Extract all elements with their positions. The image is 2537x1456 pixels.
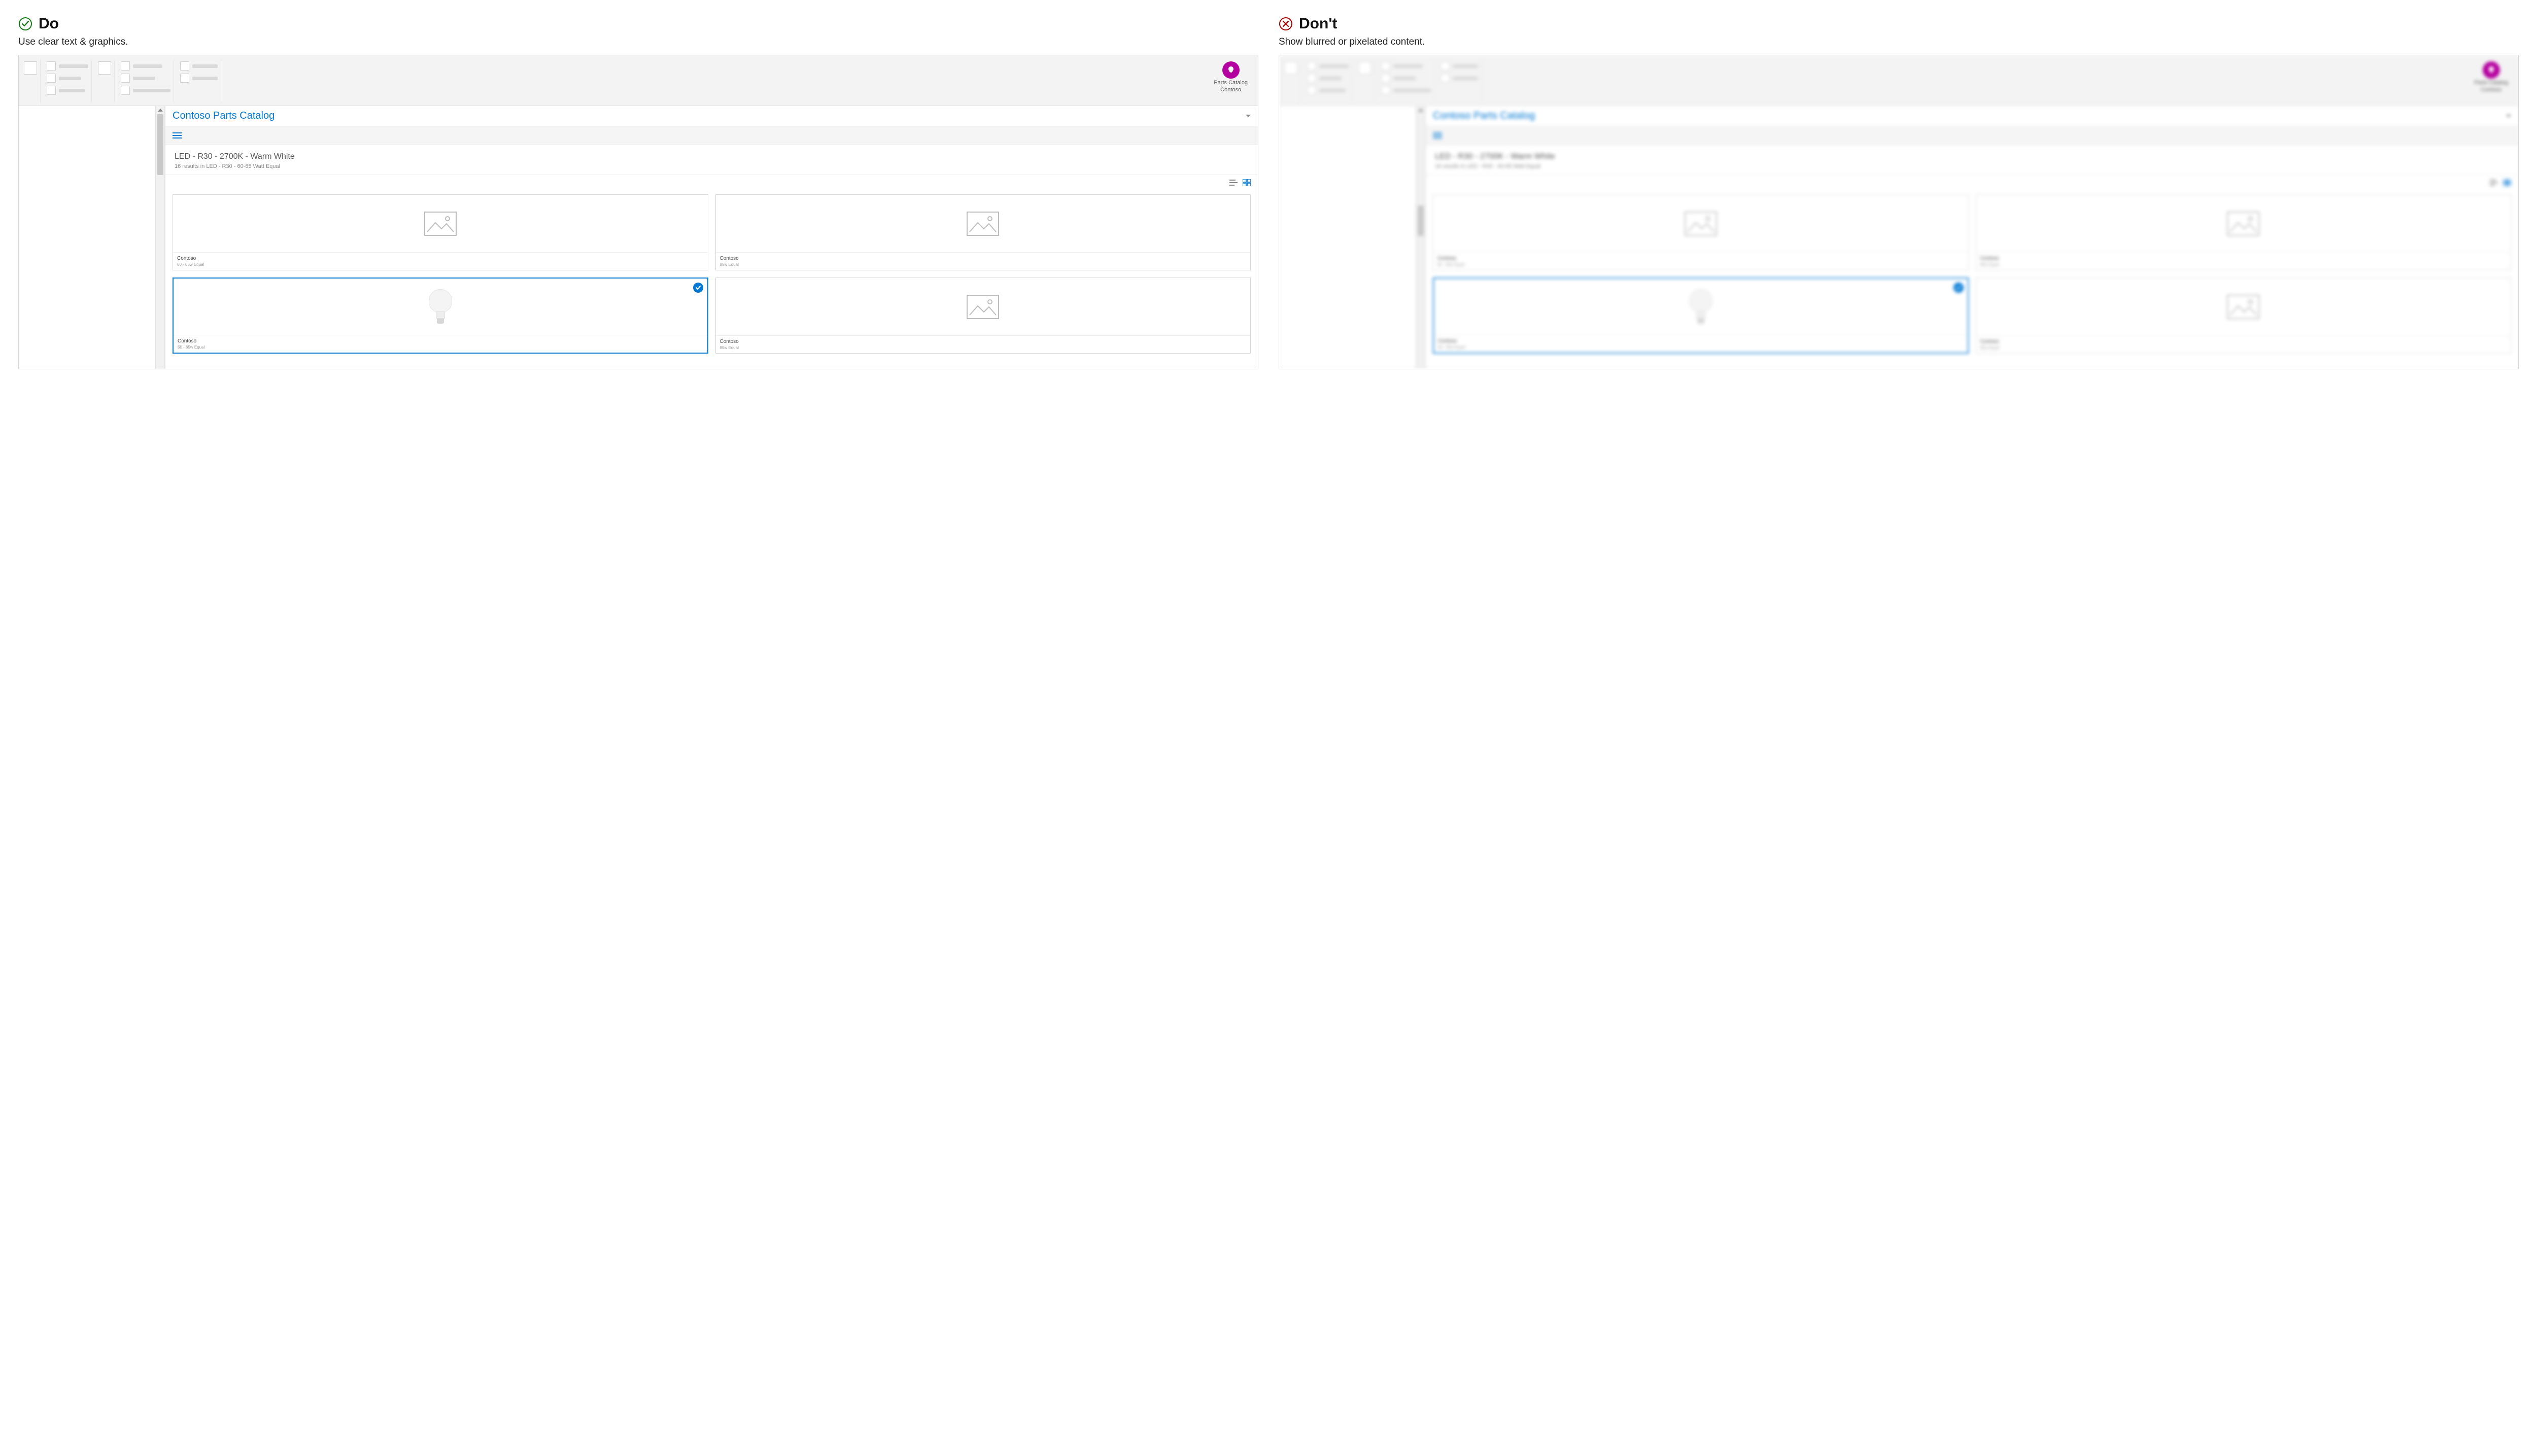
dont-screenshot: Parts CatalogContoso Contoso Parts Catal… [1279,55,2519,369]
scroll-up-icon[interactable] [158,109,163,112]
bulb-image [174,279,707,335]
card-detail: 85w Equal [1980,262,2507,267]
list-view-icon[interactable] [1229,179,1238,186]
do-heading: Do [39,15,59,32]
card-brand: Contoso [1980,339,2507,344]
dont-subtext: Show blurred or pixelated content. [1279,37,2519,48]
ribbon-group [177,59,221,103]
product-card[interactable]: Contoso85w Equal [715,194,1251,270]
taskpane-title-bar: Contoso Parts Catalog [165,106,1258,126]
ribbon: Parts CatalogContoso [1279,55,2518,106]
placeholder-image-icon [1433,195,1968,253]
product-card[interactable]: Contoso60 - 65w Equal [173,278,708,354]
dont-column: Don't Show blurred or pixelated content. [1279,15,2519,369]
do-subtext: Use clear text & graphics. [18,37,1258,48]
placeholder-image-icon [1976,195,2511,253]
product-card[interactable]: Contoso60 - 65w Equal [1433,194,1969,270]
scrollbar[interactable] [156,106,165,369]
selected-check-icon [693,283,703,293]
card-brand: Contoso [177,256,704,261]
card-brand: Contoso [1437,256,1964,261]
card-detail: 60 - 65w Equal [178,345,703,350]
product-card[interactable]: Contoso85w Equal [1976,278,2512,354]
product-card[interactable]: Contoso60 - 65w Equal [1433,278,1969,354]
product-card[interactable]: Contoso60 - 65w Equal [173,194,708,270]
results-grid: Contoso60 - 65w EqualContoso85w EqualCon… [165,190,1258,358]
check-circle-icon [18,17,32,31]
filter-subtitle: 16 results in LED - R30 - 60-65 Watt Equ… [175,163,1249,169]
ribbon-group [21,59,41,103]
ribbon: Parts CatalogContoso [19,55,1258,106]
document-canvas[interactable] [19,106,156,369]
card-brand: Contoso [1438,338,1964,344]
ribbon-button-label: Parts CatalogContoso [1214,80,1248,94]
view-toggle-bar [165,175,1258,190]
document-area: Contoso Parts Catalog LED - R30 - 2700K … [19,106,1258,369]
taskpane-toolbar [165,126,1258,145]
scroll-thumb[interactable] [157,114,163,175]
chevron-down-icon[interactable] [1246,115,1251,117]
ribbon-addin-button[interactable]: Parts CatalogContoso [1206,59,1256,103]
placeholder-image-icon [716,195,1251,253]
ribbon-group [118,59,174,103]
lightbulb-icon [1222,61,1240,79]
filter-panel: LED - R30 - 2700K - Warm White 16 result… [165,145,1258,175]
do-header: Do [18,15,1258,32]
card-detail: 85w Equal [720,262,1247,267]
placeholder-image-icon [173,195,708,253]
grid-view-icon[interactable] [1243,179,1251,186]
lightbulb-icon [2483,61,2500,79]
placeholder-image-icon [716,278,1251,336]
scrollbar[interactable] [1416,106,1425,369]
x-circle-icon [1279,17,1293,31]
card-brand: Contoso [720,256,1247,261]
card-detail: 60 - 65w Equal [1437,262,1964,267]
product-card[interactable]: Contoso85w Equal [715,278,1251,354]
product-card[interactable]: Contoso85w Equal [1976,194,2512,270]
taskpane: Contoso Parts Catalog LED - R30 - 2700K … [165,106,1258,369]
card-detail: 60 - 65w Equal [177,262,704,267]
dont-header: Don't [1279,15,2519,32]
app-window: Parts CatalogContoso Contoso Parts Catal… [19,55,1258,369]
card-detail: 85w Equal [1980,345,2507,350]
placeholder-image-icon [1976,278,2511,336]
selected-check-icon [1953,283,1964,293]
card-brand: Contoso [1980,256,2507,261]
ribbon-group [95,59,115,103]
do-screenshot: Parts CatalogContoso Contoso Parts Catal… [18,55,1258,369]
hamburger-icon[interactable] [173,132,182,138]
do-column: Do Use clear text & graphics. [18,15,1258,369]
dont-heading: Don't [1299,15,1337,32]
bulb-image [1434,279,1968,335]
taskpane-title: Contoso Parts Catalog [173,110,275,122]
card-brand: Contoso [178,338,703,344]
app-window-blurred: Parts CatalogContoso Contoso Parts Catal… [1279,55,2518,369]
filter-title: LED - R30 - 2700K - Warm White [175,152,1249,161]
card-detail: 60 - 65w Equal [1438,345,1964,350]
results-grid-blurred: Contoso60 - 65w EqualContoso85w EqualCon… [1426,190,2518,358]
ribbon-group [44,59,92,103]
card-detail: 85w Equal [720,345,1247,350]
card-brand: Contoso [720,339,1247,344]
